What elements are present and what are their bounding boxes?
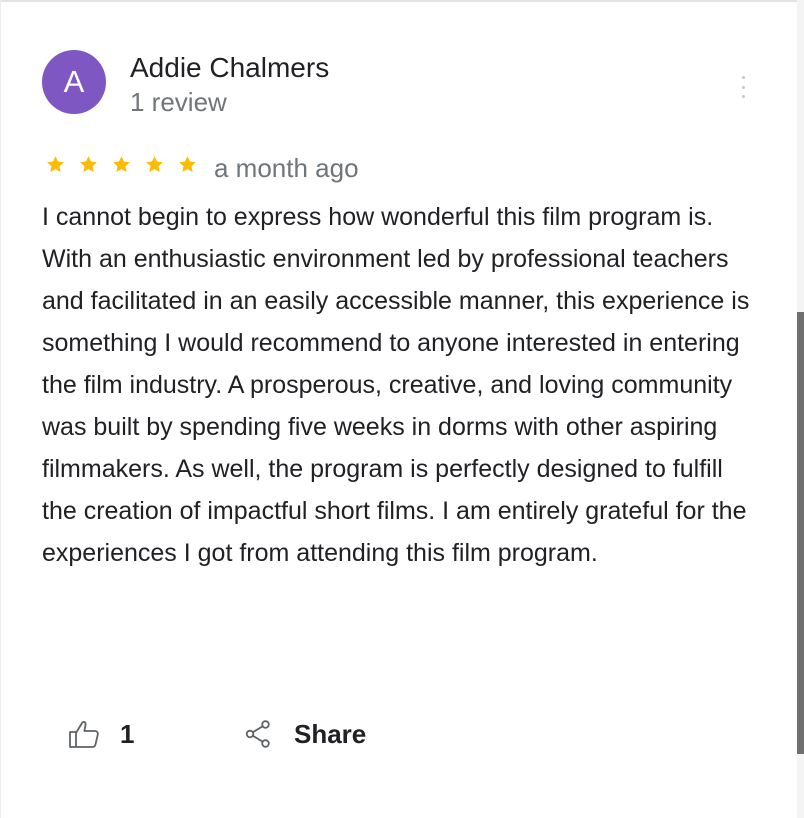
left-border	[0, 0, 1, 818]
like-count: 1	[120, 719, 135, 749]
share-icon	[245, 720, 270, 748]
review-count: 1 review	[130, 87, 227, 117]
avatar[interactable]: A	[42, 50, 106, 114]
star-icon	[146, 156, 163, 173]
avatar-initial: A	[63, 64, 85, 99]
star-icon	[47, 156, 64, 173]
star-rating	[45, 154, 198, 175]
review-text: I cannot begin to express how wonderful …	[42, 203, 750, 567]
star-icon	[179, 156, 196, 173]
review-date: a month ago	[214, 153, 359, 183]
more-vertical-icon[interactable]	[737, 76, 749, 98]
star-icon	[80, 156, 97, 173]
share-button[interactable]: Share	[244, 718, 366, 750]
top-border	[0, 0, 804, 2]
scrollbar-thumb[interactable]	[797, 312, 804, 754]
thumbs-up-icon	[69, 721, 99, 748]
share-label: Share	[294, 719, 367, 749]
reviewer-name[interactable]: Addie Chalmers	[130, 51, 329, 85]
like-button[interactable]: 1	[68, 718, 134, 750]
star-icon	[113, 156, 130, 173]
